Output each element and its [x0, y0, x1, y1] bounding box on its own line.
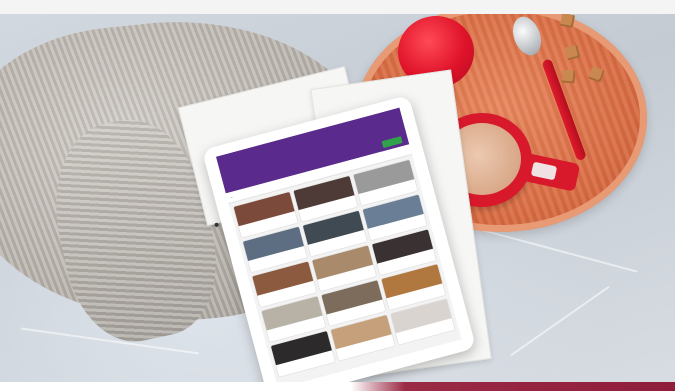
sheet-wrinkle: [510, 285, 610, 357]
sugar-cube: [559, 12, 576, 29]
bottom-strip: [0, 382, 675, 391]
sheet-wrinkle: [482, 229, 638, 273]
photo: ←: [0, 0, 675, 391]
sugar-cube: [561, 69, 576, 84]
top-strip: [0, 0, 675, 14]
back-arrow-icon[interactable]: ←: [229, 194, 234, 200]
